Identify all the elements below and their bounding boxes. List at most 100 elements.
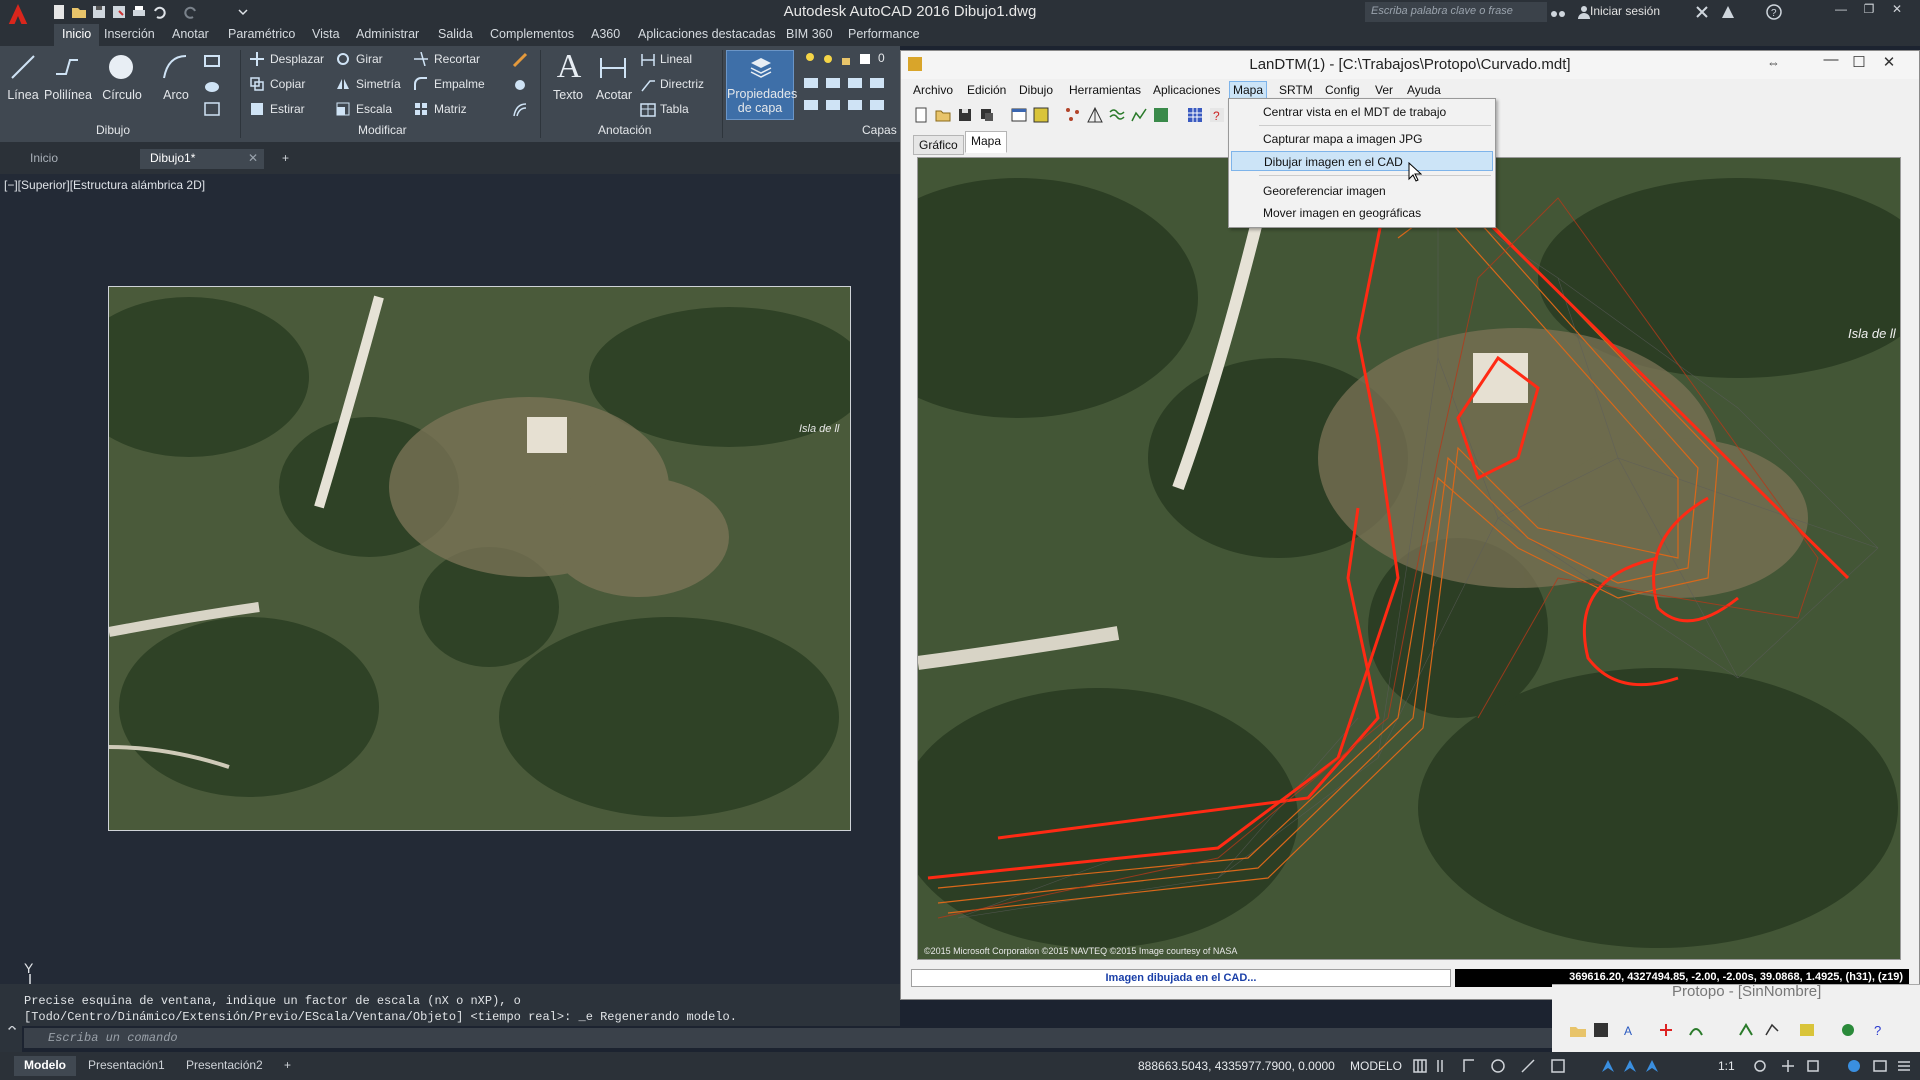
tab-vista[interactable]: Vista [312, 27, 340, 41]
mirror-button[interactable]: Simetría [356, 77, 401, 91]
array-button[interactable]: Matriz [434, 102, 467, 116]
map-view[interactable]: Isla de ll ©2015 Microsoft Corporation ©… [917, 157, 1901, 960]
menu-item-dibujar-imagen[interactable]: Dibujar imagen en el CAD [1231, 151, 1493, 171]
menu-item-capturar-mapa[interactable]: Capturar mapa a imagen JPG [1231, 129, 1493, 149]
explode-icon[interactable] [512, 77, 528, 93]
redo-icon[interactable] [182, 3, 200, 21]
layer-tools-icon[interactable] [804, 76, 894, 116]
table-grid-icon[interactable] [1187, 107, 1203, 123]
help-icon[interactable]: ? [1209, 107, 1225, 123]
rectangle-tool-icon[interactable] [204, 54, 220, 68]
menu-mapa[interactable]: Mapa [1229, 81, 1268, 99]
text-tool-button[interactable]: Texto [548, 88, 588, 102]
copy-button[interactable]: Copiar [270, 77, 305, 91]
signin-button[interactable]: Iniciar sesión [1590, 4, 1660, 18]
maximize-toggle-icon[interactable]: ⇔ [1767, 55, 1780, 70]
table-button[interactable]: Tabla [660, 102, 689, 116]
open-folder-icon[interactable] [70, 3, 88, 21]
tab-grafico[interactable]: Gráfico [913, 135, 964, 155]
menu-item-georeferenciar[interactable]: Georeferenciar imagen [1231, 181, 1493, 201]
table-tool-icon[interactable] [204, 102, 220, 116]
tab-administrar[interactable]: Administrar [356, 27, 419, 41]
save-all-icon[interactable] [979, 107, 995, 123]
save-icon[interactable] [957, 107, 973, 123]
layer-color-swatch[interactable] [860, 54, 870, 64]
menu-ver[interactable]: Ver [1375, 83, 1393, 97]
tab-a360[interactable]: A360 [591, 27, 620, 41]
help-icon[interactable]: ? [1766, 4, 1782, 20]
tab-bim360[interactable]: BIM 360 [786, 27, 833, 41]
menu-aplicaciones[interactable]: Aplicaciones [1153, 83, 1220, 97]
current-layer-name[interactable]: 0 [878, 51, 885, 65]
command-input[interactable]: Escriba un comando [24, 1028, 1552, 1048]
menu-item-centrar-vista[interactable]: Centrar vista en el MDT de trabajo [1231, 102, 1493, 122]
drawing-area[interactable]: [−][Superior][Estructura alámbrica 2D] I… [0, 174, 900, 984]
protopo-tool-icons[interactable]: A ? [1570, 1021, 1910, 1039]
a360-icon[interactable] [1720, 4, 1736, 20]
panel-title-anotacion[interactable]: Anotación [598, 123, 651, 137]
menu-edicion[interactable]: Edición [967, 83, 1006, 97]
offset-icon[interactable] [512, 102, 528, 118]
window-icon[interactable] [1011, 107, 1027, 123]
panel-title-modificar[interactable]: Modificar [358, 123, 407, 137]
landtm-close-button[interactable]: ✕ [1877, 53, 1901, 71]
menu-ayuda[interactable]: Ayuda [1407, 83, 1441, 97]
restore-button[interactable]: ❐ [1858, 2, 1880, 20]
plot-icon[interactable] [130, 3, 148, 21]
tab-parametrico[interactable]: Paramétrico [228, 27, 295, 41]
file-tab-inicio[interactable]: Inicio [20, 149, 68, 169]
linear-dim-button[interactable]: Lineal [660, 52, 692, 66]
viewport-label[interactable]: [−][Superior][Estructura alámbrica 2D] [4, 178, 205, 192]
tab-aplicaciones-destacadas[interactable]: Aplicaciones destacadas [638, 27, 776, 41]
file-tab-dibujo1[interactable]: Dibujo1* ✕ [140, 149, 264, 169]
menu-srtm[interactable]: SRTM [1279, 83, 1313, 97]
new-tab-button[interactable]: + [272, 149, 299, 169]
add-layout-button[interactable]: + [274, 1056, 301, 1076]
hatch-tool-icon[interactable] [204, 80, 220, 94]
erase-icon[interactable] [512, 52, 528, 68]
menu-archivo[interactable]: Archivo [913, 83, 953, 97]
tin-icon[interactable] [1087, 107, 1103, 123]
chevron-down-icon[interactable] [234, 3, 252, 21]
layout-tab-presentacion1[interactable]: Presentación1 [78, 1056, 175, 1076]
menu-config[interactable]: Config [1325, 83, 1360, 97]
status-tray-icons[interactable] [1752, 1058, 1912, 1074]
rotate-button[interactable]: Girar [356, 52, 383, 66]
close-button[interactable]: ✕ [1886, 2, 1908, 20]
tab-mapa[interactable]: Mapa [965, 131, 1008, 153]
new-icon[interactable] [913, 107, 929, 123]
tab-salida[interactable]: Salida [438, 27, 473, 41]
menu-dibujo[interactable]: Dibujo [1019, 83, 1053, 97]
tab-performance[interactable]: Performance [848, 27, 920, 41]
circle-tool-button[interactable]: Círculo [100, 88, 144, 102]
binoculars-icon[interactable] [1550, 4, 1566, 20]
arc-tool-button[interactable]: Arco [158, 88, 194, 102]
tab-anotar[interactable]: Anotar [172, 27, 209, 41]
dimension-tool-button[interactable]: Acotar [592, 88, 636, 102]
fillet-button[interactable]: Empalme [434, 77, 485, 91]
sun-icon[interactable] [822, 52, 834, 66]
stretch-button[interactable]: Estirar [270, 102, 305, 116]
tab-complementos[interactable]: Complementos [490, 27, 574, 41]
minimize-button[interactable]: — [1830, 2, 1852, 20]
move-button[interactable]: Desplazar [270, 52, 324, 66]
lock-icon[interactable] [840, 52, 852, 66]
scale-button[interactable]: Escala [356, 102, 392, 116]
drafting-toggles-icon[interactable] [1412, 1058, 1730, 1074]
coordinate-readout[interactable]: 888663.5043, 4335977.7900, 0.0000 [1138, 1059, 1335, 1073]
trim-button[interactable]: Recortar [434, 52, 480, 66]
terrain-icon[interactable] [1153, 107, 1169, 123]
contours-icon[interactable] [1109, 107, 1125, 123]
search-input[interactable]: Escriba palabra clave o frase [1365, 2, 1547, 22]
layer-properties-button[interactable]: Propiedades de capa [726, 50, 797, 120]
layout-tab-presentacion2[interactable]: Presentación2 [176, 1056, 273, 1076]
save-as-icon[interactable] [110, 3, 128, 21]
aerial-image-raster[interactable]: Isla de ll [108, 286, 851, 831]
leader-button[interactable]: Directriz [660, 77, 704, 91]
undo-icon[interactable] [150, 3, 168, 21]
layout-tab-modelo[interactable]: Modelo [14, 1056, 76, 1076]
points-icon[interactable] [1065, 107, 1081, 123]
profile-icon[interactable] [1131, 107, 1147, 123]
new-file-icon[interactable] [50, 3, 68, 21]
polyline-tool-button[interactable]: Polilínea [44, 88, 92, 102]
